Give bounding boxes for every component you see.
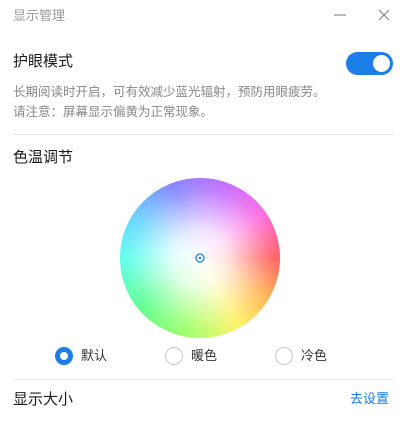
- color-temperature-title: 色温调节: [13, 148, 74, 166]
- radio-dot: [60, 352, 68, 360]
- display-size-title: 显示大小: [13, 390, 74, 408]
- divider: [13, 379, 394, 380]
- title-bar: 显示管理: [0, 0, 405, 36]
- radio-checked-icon: [55, 347, 73, 365]
- radio-unchecked-icon: [165, 347, 183, 365]
- radio-cold-label: 冷色: [301, 349, 328, 364]
- eye-protection-title: 护眼模式: [13, 52, 74, 70]
- divider: [13, 134, 394, 135]
- color-wheel-container: [120, 178, 280, 338]
- eye-protection-description: 长期阅读时开启，可有效减少蓝光辐射，预防用眼疲劳。: [13, 84, 326, 99]
- radio-warm-label: 暖色: [191, 349, 218, 364]
- close-icon: [378, 9, 390, 21]
- minimize-button[interactable]: [327, 4, 353, 26]
- display-size-settings-link[interactable]: 去设置: [350, 391, 389, 408]
- color-picker-handle[interactable]: [195, 253, 205, 263]
- eye-protection-toggle[interactable]: [346, 52, 393, 75]
- radio-default-label: 默认: [81, 349, 108, 364]
- toggle-knob: [373, 55, 390, 72]
- close-button[interactable]: [371, 4, 397, 26]
- window-title: 显示管理: [13, 9, 66, 24]
- eye-protection-notice: 请注意：屏幕显示偏黄为正常现象。: [13, 104, 214, 119]
- radio-unchecked-icon: [275, 347, 293, 365]
- minimize-icon: [334, 14, 346, 16]
